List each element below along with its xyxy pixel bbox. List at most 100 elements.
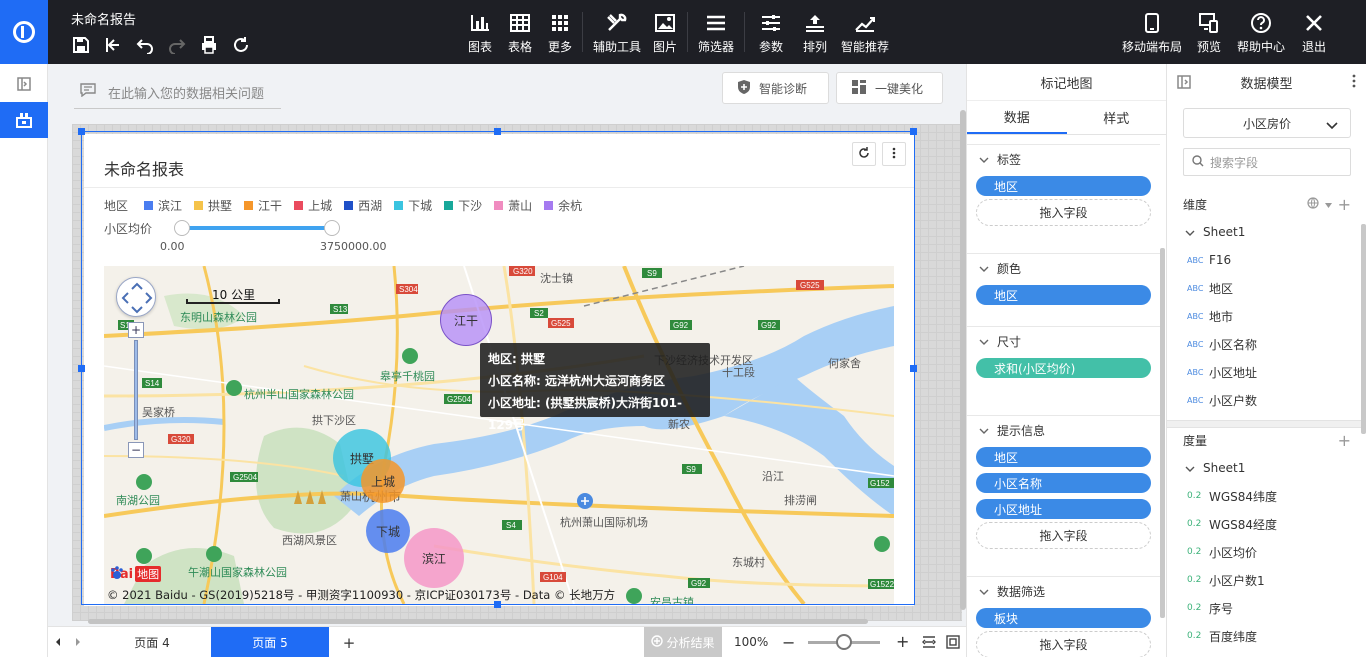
chevron-down-icon	[979, 584, 989, 598]
field-item[interactable]: 0.2 百度纬度	[1167, 622, 1366, 650]
collapse-panel-icon[interactable]	[1177, 75, 1191, 93]
zoom-out-icon[interactable]: −	[782, 633, 795, 652]
field-item[interactable]: ABC 小区户数	[1167, 386, 1366, 414]
dropdown-caret-icon[interactable]	[1324, 197, 1332, 211]
chevron-down-icon	[1185, 225, 1195, 239]
resize-handle[interactable]	[910, 128, 917, 135]
report-title[interactable]: 未命名报告	[71, 9, 136, 28]
field-item[interactable]: ABC F16	[1167, 246, 1366, 274]
tool-preview[interactable]: 预览	[1186, 0, 1232, 64]
field-pill[interactable]: 地区	[976, 176, 1151, 196]
undo-icon[interactable]	[134, 34, 156, 56]
sheet-node[interactable]: Sheet1	[1167, 218, 1366, 246]
add-icon[interactable]: +	[1338, 431, 1351, 450]
drop-field-zone[interactable]: 拖入字段	[976, 199, 1151, 226]
field-pill[interactable]: 小区名称	[976, 473, 1151, 493]
tool-chart[interactable]: 图表	[462, 0, 498, 64]
image-icon	[655, 12, 675, 34]
resize-handle[interactable]	[494, 128, 501, 135]
sheet-node[interactable]: Sheet1	[1167, 454, 1366, 482]
redo-icon[interactable]	[166, 34, 188, 56]
zoom-slider[interactable]	[808, 634, 880, 650]
panel-title: 标记地图	[967, 64, 1166, 101]
selection-outline	[81, 131, 915, 605]
drop-field-zone[interactable]: 拖入字段	[976, 631, 1151, 657]
section-header[interactable]: 颜色	[967, 254, 1160, 282]
field-item[interactable]: 0.2 小区均价	[1167, 538, 1366, 566]
tab-data[interactable]: 数据	[967, 101, 1067, 134]
field-pill[interactable]: 求和(小区均价)	[976, 358, 1151, 378]
add-icon[interactable]: +	[1338, 195, 1351, 214]
field-item[interactable]: 0.2 WGS84经度	[1167, 510, 1366, 538]
data-model-header: 数据模型	[1167, 64, 1366, 101]
tool-filter[interactable]: 筛选器	[692, 0, 740, 64]
resize-handle[interactable]	[78, 365, 85, 372]
collapse-panel-icon[interactable]	[0, 66, 48, 102]
resize-handle[interactable]	[494, 601, 501, 608]
resize-handle[interactable]	[78, 128, 85, 135]
section-header[interactable]: 尺寸	[967, 327, 1160, 355]
components-icon[interactable]	[0, 102, 48, 138]
tool-aux[interactable]: 辅助工具	[587, 0, 647, 64]
field-item[interactable]: ABC 小区地址	[1167, 358, 1366, 386]
fit-width-icon[interactable]	[922, 635, 936, 652]
back-to-start-icon[interactable]	[102, 34, 124, 56]
print-icon[interactable]	[198, 34, 220, 56]
next-page-icon[interactable]	[74, 636, 82, 650]
section-header[interactable]: 提示信息	[967, 416, 1160, 444]
question-input[interactable]: 在此输入您的数据相关问题	[74, 76, 281, 109]
tool-more[interactable]: 更多	[542, 0, 578, 64]
dataset-select[interactable]: 小区房价	[1183, 108, 1351, 138]
panel-scrollbar[interactable]	[1160, 248, 1165, 618]
zoom-in-icon[interactable]: +	[896, 632, 909, 651]
tool-mobile[interactable]: 移动端布局	[1118, 0, 1186, 64]
chevron-down-icon	[979, 423, 989, 437]
analysis-result-button[interactable]: 分析结果	[644, 627, 722, 657]
section-header[interactable]: 数据筛选	[967, 577, 1160, 605]
left-rail	[0, 64, 48, 657]
field-search-input[interactable]: 搜索字段	[1183, 148, 1351, 176]
property-panel: 标记地图 数据 样式 标签 地区 拖入字段 颜色 地区 尺寸 求和(小区均价) …	[966, 64, 1166, 657]
app-logo[interactable]	[0, 0, 48, 64]
refresh-icon[interactable]	[230, 34, 252, 56]
page-tab-5[interactable]: 页面 5	[211, 627, 329, 657]
dimension-section: 维度 + Sheet1 ABC F16 ABC 地区 ABC 地市 ABC 小区名称 A…	[1167, 190, 1366, 414]
data-model-scrollbar[interactable]	[1361, 224, 1366, 434]
tool-arrange[interactable]: 排列	[793, 0, 837, 64]
menu-lines-icon	[706, 12, 726, 34]
diagnose-button[interactable]: 智能诊断	[722, 72, 829, 104]
field-pill[interactable]: 板块	[976, 608, 1151, 628]
right-toolbar: 移动端布局 预览 帮助中心 退出	[1118, 0, 1338, 64]
field-item[interactable]: ABC 地市	[1167, 302, 1366, 330]
tab-style[interactable]: 样式	[1067, 101, 1167, 134]
beautify-button[interactable]: 一键美化	[836, 72, 943, 104]
section-header[interactable]: 标签	[967, 145, 1160, 173]
field-pill[interactable]: 地区	[976, 447, 1151, 467]
fullscreen-icon[interactable]	[946, 635, 960, 652]
field-item[interactable]: ABC 地区	[1167, 274, 1366, 302]
resize-handle[interactable]	[910, 365, 917, 372]
tool-help[interactable]: 帮助中心	[1232, 0, 1290, 64]
shield-plus-icon	[737, 79, 751, 98]
globe-icon[interactable]	[1306, 196, 1319, 212]
zoom-slider-handle[interactable]	[836, 634, 852, 650]
tool-smart[interactable]: 智能推荐	[837, 0, 893, 64]
field-item[interactable]: ABC 小区名称	[1167, 330, 1366, 358]
workspace-h-scrollbar[interactable]	[88, 619, 868, 624]
prev-page-icon[interactable]	[54, 636, 62, 650]
add-page-button[interactable]: +	[331, 627, 367, 657]
field-pill[interactable]: 地区	[976, 285, 1151, 305]
field-item[interactable]: 0.2 WGS84纬度	[1167, 482, 1366, 510]
save-icon[interactable]	[70, 34, 92, 56]
drop-field-zone[interactable]: 拖入字段	[976, 522, 1151, 549]
field-item[interactable]: 0.2 小区户数1	[1167, 566, 1366, 594]
tool-image[interactable]: 图片	[647, 0, 683, 64]
tool-param[interactable]: 参数	[749, 0, 793, 64]
more-vertical-icon[interactable]	[1352, 74, 1356, 92]
tool-exit[interactable]: 退出	[1290, 0, 1338, 64]
field-pill[interactable]: 小区地址	[976, 499, 1151, 519]
section-color: 颜色 地区	[967, 253, 1160, 308]
page-tab-4[interactable]: 页面 4	[94, 627, 210, 657]
field-item[interactable]: 0.2 序号	[1167, 594, 1366, 622]
tool-table[interactable]: 表格	[498, 0, 542, 64]
